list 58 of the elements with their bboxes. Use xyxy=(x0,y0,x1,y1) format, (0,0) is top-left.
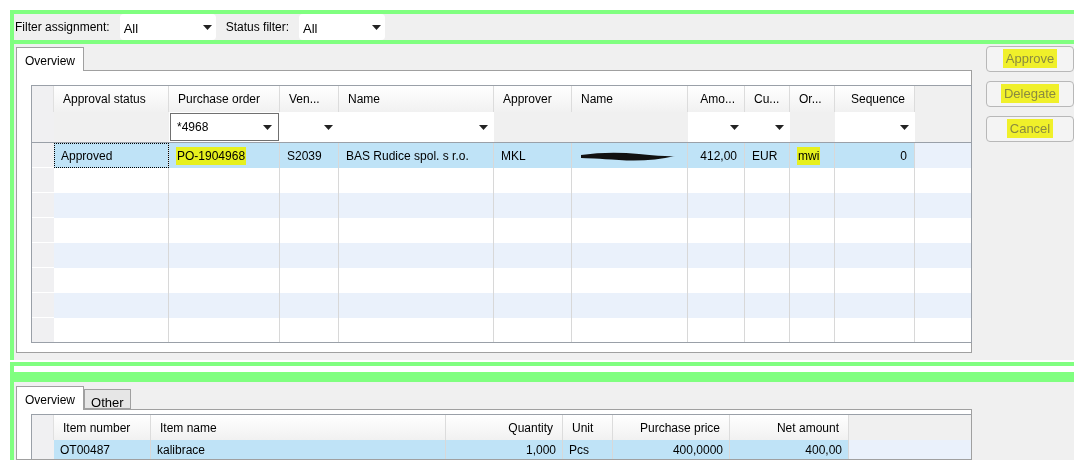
table-cell: kalibrace xyxy=(151,440,446,459)
table-cell-text: S2039 xyxy=(287,147,322,165)
dropdown-arrow-icon[interactable] xyxy=(900,124,909,130)
row-header-corner xyxy=(32,415,54,440)
dropdown-arrow-icon[interactable] xyxy=(479,124,488,130)
column-header[interactable]: Unit xyxy=(563,415,613,440)
table-cell-text: Approved xyxy=(61,147,113,165)
table-cell: OT00487 xyxy=(54,440,151,459)
filter-dropdown[interactable]: All xyxy=(119,14,216,40)
dropdown-arrow-icon[interactable] xyxy=(202,24,212,30)
empty-table-row[interactable] xyxy=(32,193,971,218)
tab[interactable]: Overview xyxy=(16,47,84,71)
dropdown-arrow-icon[interactable] xyxy=(263,124,272,130)
table-cell-text: 0 xyxy=(900,147,907,165)
column-header[interactable]: Ven... xyxy=(280,86,339,112)
table-cell-text: MKL xyxy=(501,147,526,165)
highlighted-cell-text: mwi xyxy=(797,146,821,165)
column-header[interactable]: Name xyxy=(572,86,688,112)
empty-table-row[interactable] xyxy=(32,293,971,318)
dropdown-arrow-icon[interactable] xyxy=(730,124,739,130)
row-header[interactable] xyxy=(32,440,54,459)
table-cell-text: EUR xyxy=(752,147,778,165)
column-header[interactable]: Cu... xyxy=(745,86,790,112)
table-cell: Pcs xyxy=(563,440,613,459)
highlighted-cell-text: PO-1904968 xyxy=(176,146,247,165)
header-filler xyxy=(915,86,971,112)
column-header[interactable]: Net amount xyxy=(730,415,849,440)
dropdown-arrow-icon[interactable] xyxy=(324,124,333,130)
filter-dropdown[interactable]: *4968 xyxy=(170,113,279,141)
table-cell-text: BAS Rudice spol. s r.o. xyxy=(346,147,469,165)
column-header[interactable]: Amo... xyxy=(688,86,745,112)
row-header-corner xyxy=(32,86,54,112)
dropdown-arrow-icon[interactable] xyxy=(372,24,382,30)
filter-label: Status filter: xyxy=(225,19,290,36)
splitter-bar[interactable] xyxy=(14,372,1074,382)
column-header[interactable]: Sequence xyxy=(835,86,915,112)
filter-label: Filter assignment: xyxy=(15,19,110,36)
dropdown-arrow-icon[interactable] xyxy=(775,124,784,130)
table-cell: 400,0000 xyxy=(613,440,730,459)
row-header[interactable] xyxy=(32,143,54,168)
tab[interactable]: Other xyxy=(84,389,131,409)
column-header[interactable]: Purchase price xyxy=(613,415,730,440)
empty-table-row[interactable] xyxy=(32,243,971,268)
filter-dropdown[interactable]: All xyxy=(299,14,386,40)
column-header[interactable]: Item name xyxy=(151,415,446,440)
column-header[interactable]: Item number xyxy=(54,415,151,440)
column-header[interactable]: Quantity xyxy=(446,415,563,440)
column-header[interactable]: Purchase order xyxy=(169,86,280,112)
table-row[interactable]: OT00487 kalibrace 1,000 Pcs 400,0000 400,00 xyxy=(32,440,971,459)
tab[interactable]: Overview xyxy=(16,386,84,410)
table-cell: 1,000 xyxy=(446,440,563,459)
column-header[interactable]: Approver xyxy=(494,86,572,112)
row-filler xyxy=(915,143,971,168)
column-header[interactable]: Or... xyxy=(790,86,835,112)
column-header[interactable]: Name xyxy=(339,86,494,112)
table-cell-text: 412,00 xyxy=(700,147,737,165)
table-row[interactable]: Approved PO-1904968 S2039 BAS Rudice spol. s r.o. MKL 412,00 EUR mwi 0 xyxy=(32,143,971,168)
column-header[interactable]: Approval status xyxy=(54,86,169,112)
